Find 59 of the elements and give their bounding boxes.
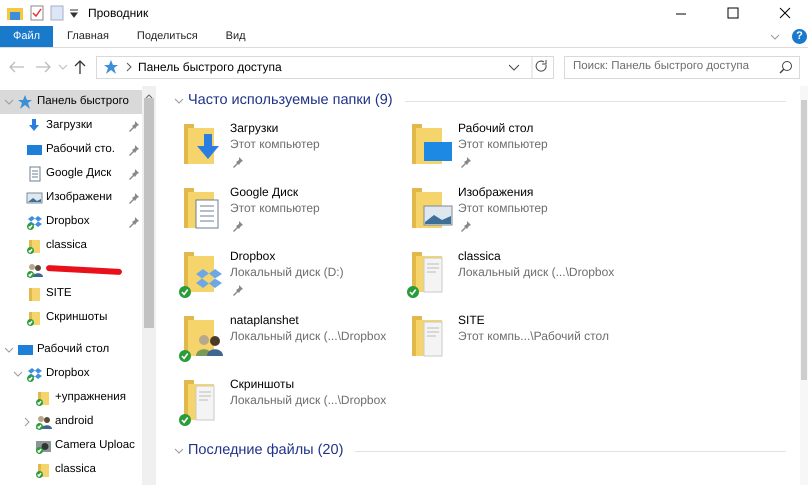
- folder-tile[interactable]: Скриншоты Локальный диск (...\Dropbox: [178, 372, 406, 436]
- scrollbar[interactable]: [142, 86, 156, 485]
- collapse-ribbon-icon[interactable]: [770, 32, 780, 42]
- checklist-icon[interactable]: [30, 5, 44, 21]
- scrollbar-thumb[interactable]: [801, 100, 807, 380]
- sidebar-item[interactable]: +упражнения: [0, 386, 142, 410]
- ribbon-tab[interactable]: Файл: [0, 26, 54, 47]
- folder-tile[interactable]: Изображения Этот компьютер: [406, 180, 634, 244]
- sidebar-item[interactable]: Загрузки: [0, 114, 142, 138]
- sidebar-item[interactable]: Google Диск: [0, 162, 142, 186]
- ribbon-tab[interactable]: Поделиться: [122, 26, 212, 47]
- ribbon-tab[interactable]: Главная: [53, 26, 123, 47]
- folder-icon[interactable]: [6, 5, 24, 21]
- folder-tile[interactable]: Google Диск Этот компьютер: [178, 180, 406, 244]
- dropdown-icon[interactable]: [70, 8, 78, 18]
- expand-chevron-icon[interactable]: [4, 97, 14, 107]
- folder-icon: [26, 286, 43, 302]
- scrollbar-thumb[interactable]: [144, 98, 154, 328]
- folder-tile[interactable]: SITE Этот компь...\Рабочий стол: [406, 308, 634, 372]
- sidebar-item[interactable]: Скриншоты: [0, 306, 142, 330]
- sidebar-item[interactable]: Dropbox: [0, 210, 142, 234]
- sidebar-item[interactable]: Изображени: [0, 186, 142, 210]
- close-button[interactable]: [778, 6, 792, 20]
- sidebar-item[interactable]: Рабочий сто.: [0, 138, 142, 162]
- ribbon-tab[interactable]: Вид: [212, 26, 260, 47]
- folder-tile[interactable]: classica Локальный диск (...\Dropbox: [406, 244, 634, 308]
- sidebar-item[interactable]: SITE: [0, 282, 142, 306]
- address-bar[interactable]: Панель быстрого доступа: [96, 56, 554, 78]
- help-button[interactable]: ?: [792, 29, 807, 44]
- sidebar-item[interactable]: Camera Uploac: [0, 434, 142, 458]
- expand-chevron-icon[interactable]: [13, 369, 23, 379]
- group-chevron-icon[interactable]: [174, 446, 184, 456]
- page-icon[interactable]: [50, 5, 64, 21]
- search-icon[interactable]: [779, 60, 793, 74]
- folder-tile[interactable]: Рабочий стол Этот компьютер: [406, 116, 634, 180]
- sidebar-item[interactable]: Панель быстрого: [0, 90, 142, 114]
- sidebar-item[interactable]: classica: [0, 234, 142, 258]
- group-chevron-icon[interactable]: [174, 96, 184, 106]
- scrollbar[interactable]: [800, 86, 808, 485]
- expand-chevron-icon[interactable]: [4, 345, 14, 355]
- star-icon: [17, 94, 34, 110]
- sidebar-item[interactable]: classica: [0, 458, 142, 482]
- sidebar-item[interactable]: Рабочий стол: [0, 338, 142, 362]
- group-title[interactable]: Последние файлы (20): [188, 440, 344, 462]
- image-icon: [26, 190, 43, 206]
- star-icon: [103, 58, 120, 76]
- window-title: Проводник: [88, 5, 148, 22]
- address-path[interactable]: Панель быстрого доступа: [138, 58, 497, 76]
- folder-tile[interactable]: Загрузки Этот компьютер: [178, 116, 406, 180]
- sidebar-item[interactable]: Dropbox: [0, 362, 142, 386]
- folder-tile[interactable]: nataplanshet Локальный диск (...\Dropbox: [178, 308, 406, 372]
- expand-chevron-icon[interactable]: [22, 417, 32, 427]
- recent-locations-icon[interactable]: [58, 62, 68, 72]
- group-title[interactable]: Часто используемые папки (9): [188, 90, 393, 112]
- folder-tile[interactable]: Dropbox Локальный диск (D:): [178, 244, 406, 308]
- up-button[interactable]: [72, 59, 88, 75]
- search-field[interactable]: Поиск: Панель быстрого доступа: [564, 56, 800, 78]
- maximize-button[interactable]: [726, 6, 740, 20]
- sidebar-item[interactable]: android: [0, 410, 142, 434]
